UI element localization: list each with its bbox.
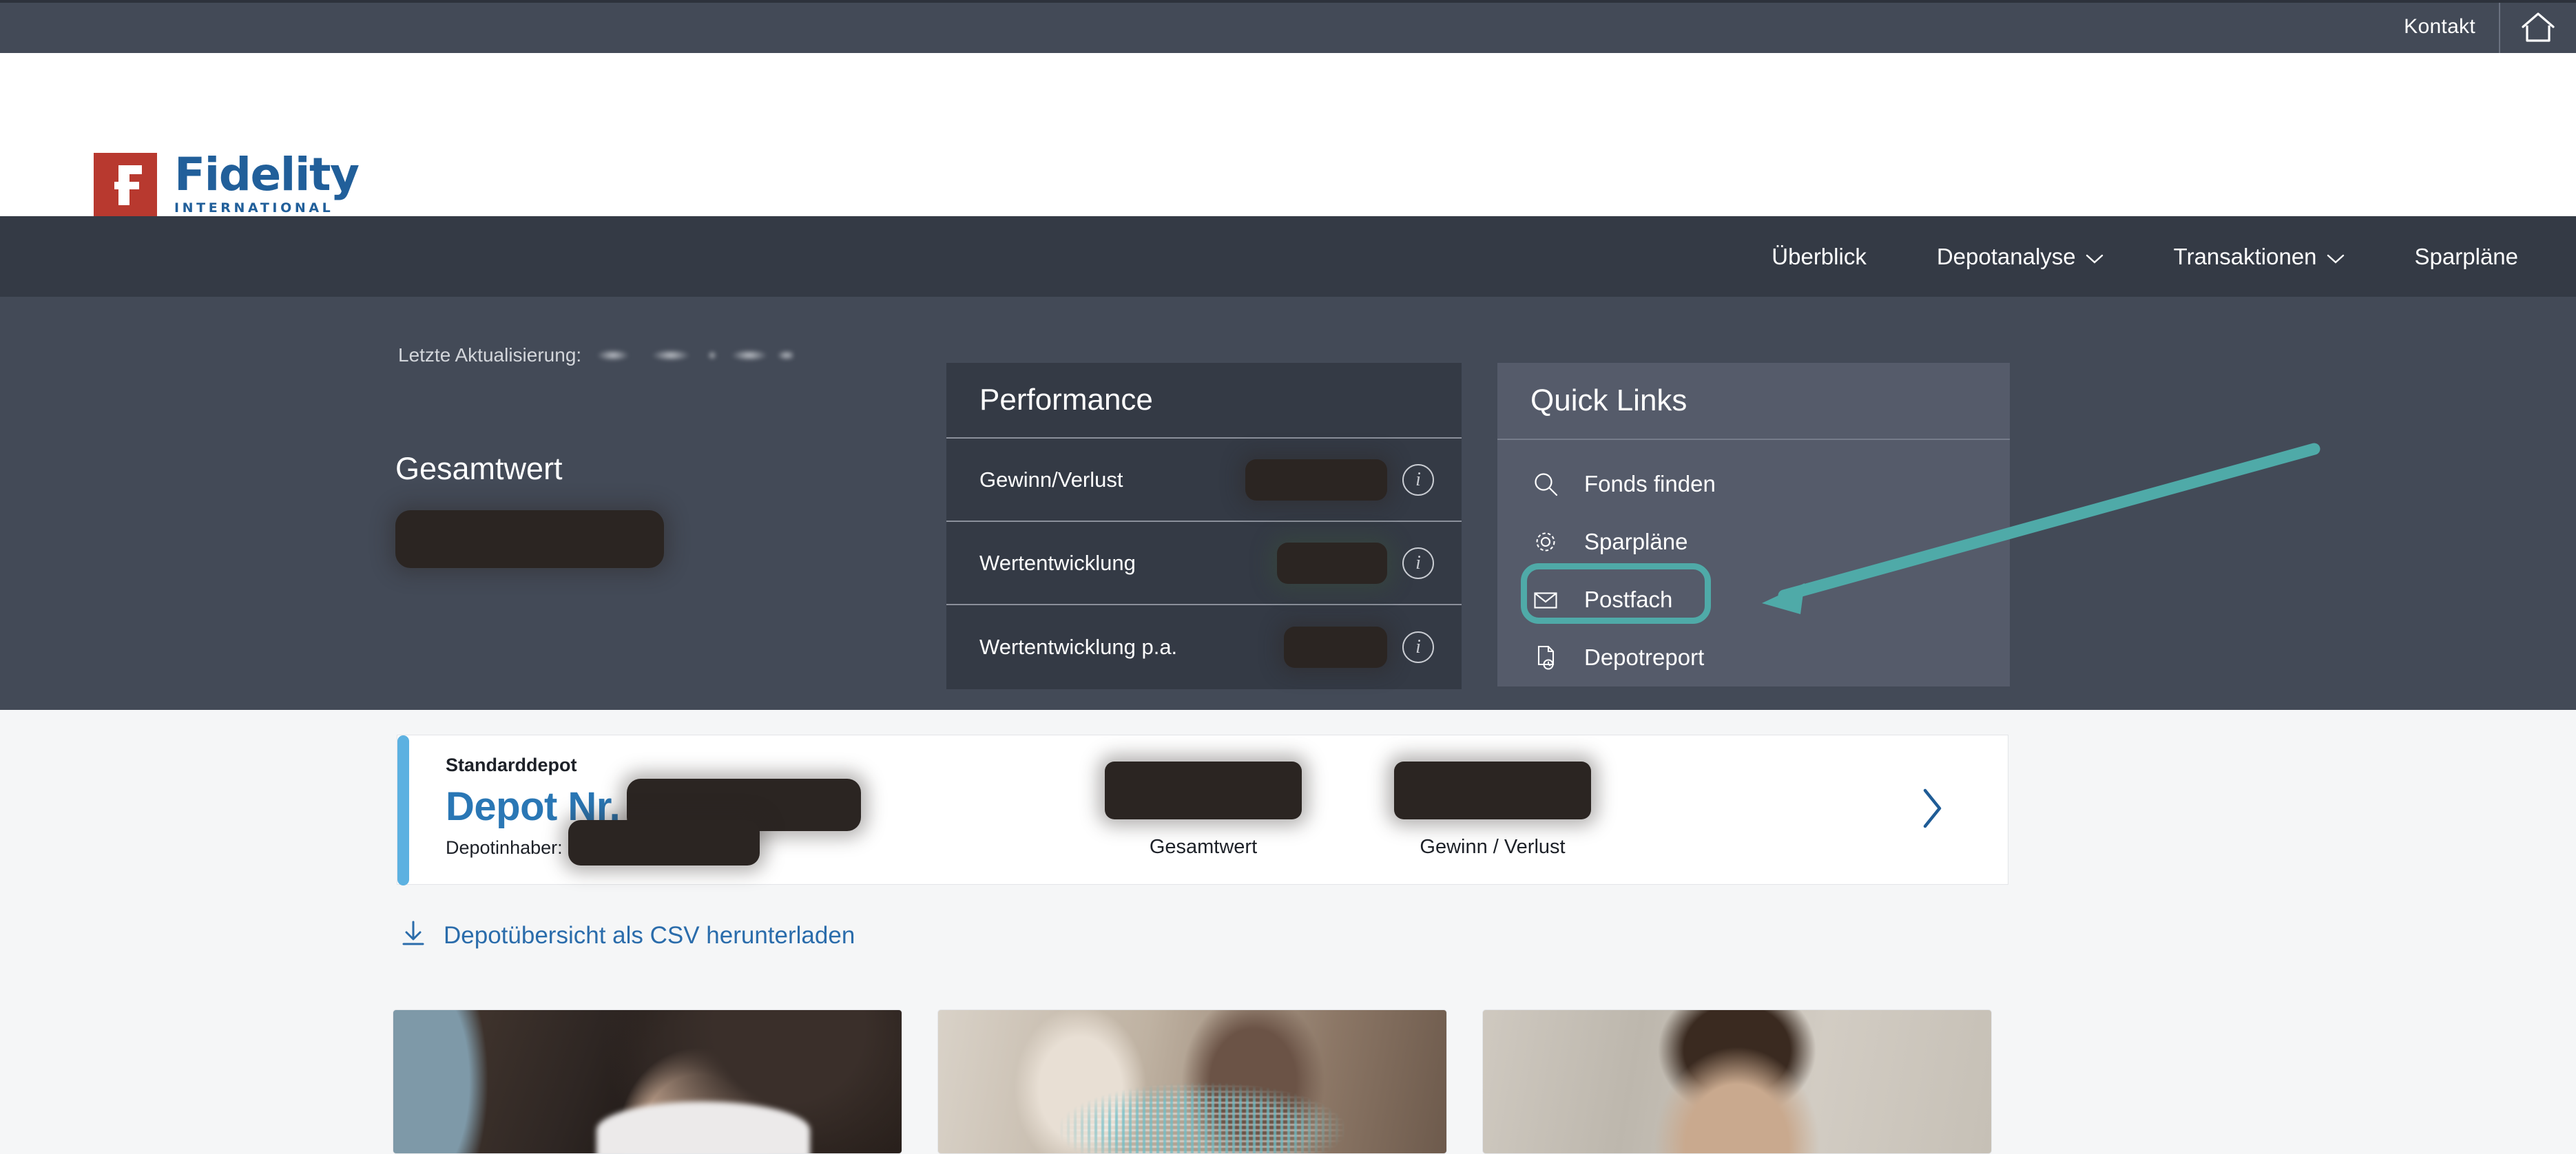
promo-cards-row xyxy=(393,1009,1992,1154)
performance-row-value-redacted xyxy=(1245,459,1387,501)
brand-tagline: INTERNATIONAL xyxy=(174,200,334,216)
last-update-label: Letzte Aktualisierung: xyxy=(398,344,582,366)
nav-label: Depotanalyse xyxy=(1936,243,2076,269)
utility-bar: Kontakt xyxy=(0,0,2576,53)
home-icon xyxy=(2520,10,2556,43)
depot-owner-label: Depotinhaber: xyxy=(446,837,563,858)
performance-row-wertentwicklung-pa: Wertentwicklung p.a. i xyxy=(946,605,1462,689)
quick-link-label: Fonds finden xyxy=(1584,471,1716,496)
fidelity-f-mark-icon xyxy=(94,153,157,216)
quick-link-label: Depotreport xyxy=(1584,644,1705,670)
download-icon xyxy=(398,919,428,952)
chevron-down-icon xyxy=(2327,244,2345,270)
performance-row-label: Wertentwicklung xyxy=(979,550,1136,575)
depot-card[interactable]: Standarddepot Depot Nr. Depotinhaber: Ge… xyxy=(397,735,2008,885)
total-value-block: Gesamtwert xyxy=(395,451,664,568)
envelope-icon xyxy=(1530,585,1561,615)
depot-stat-label: Gewinn / Verlust xyxy=(1420,835,1566,858)
document-clock-icon xyxy=(1530,642,1561,673)
last-update-value-redacted xyxy=(590,345,794,366)
performance-row-gewinn-verlust: Gewinn/Verlust i xyxy=(946,439,1462,522)
total-value-label: Gesamtwert xyxy=(395,451,563,486)
quick-link-depotreport[interactable]: Depotreport xyxy=(1497,629,2010,686)
csv-download-link[interactable]: Depotübersicht als CSV herunterladen xyxy=(398,919,855,952)
quick-link-sparplane[interactable]: Sparpläne xyxy=(1497,513,2010,571)
quick-link-fonds-finden[interactable]: Fonds finden xyxy=(1497,455,2010,513)
depot-type-label: Standarddepot xyxy=(446,754,577,775)
promo-card-2[interactable] xyxy=(937,1009,1447,1154)
quick-link-label: Postfach xyxy=(1584,587,1673,612)
brand-logo[interactable]: Fidelity INTERNATIONAL xyxy=(94,147,360,216)
brand-name: Fidelity xyxy=(174,147,360,201)
total-value-redacted xyxy=(395,510,664,568)
performance-row-wertentwicklung: Wertentwicklung i xyxy=(946,522,1462,605)
quick-links-title: Quick Links xyxy=(1497,363,2010,440)
performance-card: Performance Gewinn/Verlust i Wertentwick… xyxy=(946,363,1462,689)
promo-card-3[interactable] xyxy=(1482,1009,1992,1154)
logo-bar: Fidelity INTERNATIONAL xyxy=(0,53,2576,216)
page-root: Kontakt Fidelity INTERNATIONAL Überblick… xyxy=(0,0,2576,1154)
performance-row-label: Wertentwicklung p.a. xyxy=(979,634,1178,659)
depot-stat-label: Gesamtwert xyxy=(1149,835,1258,858)
depot-owner-value-redacted xyxy=(568,819,760,866)
nav-item-depotanalyse[interactable]: Depotanalyse xyxy=(1937,244,2104,270)
last-update: Letzte Aktualisierung: xyxy=(398,344,794,366)
nav-label: Sparpläne xyxy=(2414,243,2518,269)
info-icon[interactable]: i xyxy=(1402,463,1434,496)
gear-icon xyxy=(1530,527,1561,557)
info-icon[interactable]: i xyxy=(1402,547,1434,579)
main-navigation: Überblick Depotanalyse Transaktionen Spa… xyxy=(0,216,2576,297)
depot-open-button[interactable] xyxy=(1921,787,1944,833)
kontakt-link[interactable]: Kontakt xyxy=(2380,0,2499,53)
quick-link-label: Sparpläne xyxy=(1584,529,1688,554)
nav-label: Überblick xyxy=(1772,243,1867,269)
depot-stat-gewinn-verlust: Gewinn / Verlust xyxy=(1348,761,1637,859)
nav-item-transaktionen[interactable]: Transaktionen xyxy=(2174,244,2345,270)
chevron-right-icon xyxy=(1921,787,1944,833)
csv-download-label: Depotübersicht als CSV herunterladen xyxy=(444,921,855,949)
search-icon xyxy=(1530,469,1561,499)
depot-stat-gesamtwert: Gesamtwert xyxy=(1059,761,1348,859)
info-icon[interactable]: i xyxy=(1402,631,1434,663)
home-button[interactable] xyxy=(2500,0,2576,53)
promo-card-1[interactable] xyxy=(393,1009,902,1154)
depot-identity: Standarddepot Depot Nr. Depotinhaber: xyxy=(397,755,1059,866)
performance-row-value-redacted xyxy=(1284,626,1387,668)
performance-row-value-redacted xyxy=(1277,542,1387,584)
depot-stat-value-redacted xyxy=(1105,761,1302,819)
nav-item-sparplane[interactable]: Sparpläne xyxy=(2415,244,2518,270)
depot-stat-value-redacted xyxy=(1394,761,1591,819)
performance-title: Performance xyxy=(946,363,1462,439)
quick-links-card: Quick Links Fonds finden Sparpläne Postf… xyxy=(1497,363,2010,686)
nav-label: Transaktionen xyxy=(2173,243,2317,269)
performance-row-label: Gewinn/Verlust xyxy=(979,467,1123,492)
nav-item-uberblick[interactable]: Überblick xyxy=(1772,244,1867,270)
quick-link-postfach[interactable]: Postfach xyxy=(1497,571,2010,629)
chevron-down-icon xyxy=(2086,244,2104,270)
